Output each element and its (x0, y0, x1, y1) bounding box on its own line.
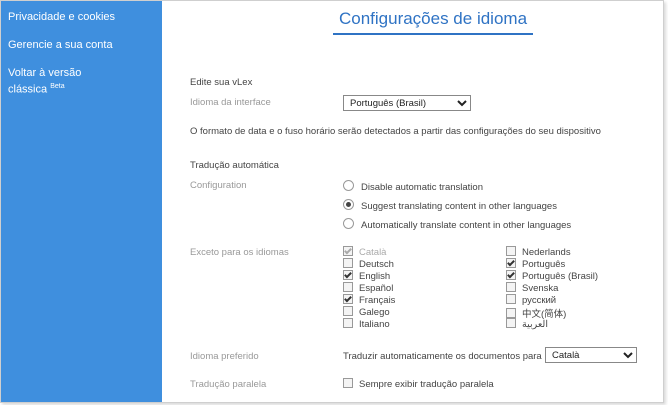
sidebar-item-classic[interactable]: Voltar à versão clássica Beta (8, 66, 81, 97)
language-checkbox[interactable]: Català (343, 246, 386, 258)
parallel-text: Sempre exibir tradução paralela (359, 379, 494, 390)
classic-line2: clássica (8, 83, 48, 96)
language-checkbox[interactable]: Français (343, 294, 395, 306)
checkbox-box (506, 258, 516, 268)
language-label: Svenska (522, 283, 559, 294)
except-label: Exceto para os idiomas (190, 247, 289, 258)
interface-label: Idioma da interface (190, 97, 271, 108)
language-label: Português (Brasil) (522, 271, 599, 282)
checkbox-box (506, 294, 516, 304)
preferred-text: Traduzir automaticamente os documentos p… (343, 351, 542, 362)
beta-badge: Beta (50, 83, 65, 90)
language-label: Deutsch (359, 259, 394, 270)
radio-label: Suggest translating content in other lan… (361, 201, 557, 212)
checkbox-box (343, 306, 353, 316)
language-label: English (359, 271, 391, 282)
language-checkbox[interactable]: العربية (506, 318, 548, 330)
language-checkbox[interactable]: Galego (343, 306, 390, 318)
language-label: Galego (359, 307, 390, 318)
radio-button (343, 218, 354, 229)
radio-option[interactable]: Suggest translating content in other lan… (343, 199, 557, 212)
language-label: Français (359, 295, 396, 306)
language-checkbox[interactable]: Italiano (343, 318, 390, 330)
language-checkbox[interactable]: English (343, 270, 390, 282)
classic-line1: Voltar à versão (8, 67, 82, 79)
checkbox-box (506, 308, 516, 318)
sidebar-item-account[interactable]: Gerencie a sua conta (8, 38, 113, 52)
checkbox-box (343, 270, 353, 280)
language-label: العربية (522, 319, 548, 330)
language-checkbox[interactable]: Deutsch (343, 258, 394, 270)
language-checkbox[interactable]: Español (343, 282, 393, 294)
radio-label: Disable automatic translation (361, 182, 483, 193)
main-content: Configurações de idioma Edite sua vLex I… (163, 1, 663, 402)
language-checkbox[interactable]: Svenska (506, 282, 558, 294)
sidebar: Privacidade e cookies Gerencie a sua con… (1, 1, 162, 402)
language-checkbox[interactable]: Português (Brasil) (506, 270, 598, 282)
radio-button (343, 199, 354, 210)
checkbox-box (506, 246, 516, 256)
language-label: Italiano (359, 319, 390, 330)
language-checkbox[interactable]: русский (506, 294, 556, 306)
language-label: Nederlands (522, 247, 571, 258)
page-title: Configurações de idioma (333, 9, 533, 35)
language-checkbox[interactable]: Português (506, 258, 565, 270)
checkbox-box (343, 318, 353, 328)
radio-option[interactable]: Disable automatic translation (343, 180, 483, 193)
language-label: Português (522, 259, 566, 270)
radio-button (343, 180, 354, 191)
interface-language-select[interactable]: Português (Brasil) (343, 95, 471, 111)
radio-option[interactable]: Automatically translate content in other… (343, 218, 571, 231)
checkbox-box (506, 282, 516, 292)
configuration-label: Configuration (190, 180, 247, 191)
checkbox-box (506, 270, 516, 280)
edit-heading: Edite sua vLex (190, 77, 253, 88)
language-checkbox[interactable]: Nederlands (506, 246, 571, 258)
date-note: O formato de data e o fuso horário serão… (190, 126, 601, 137)
checkbox-box (343, 294, 353, 304)
settings-window: Privacidade e cookies Gerencie a sua con… (0, 0, 664, 403)
parallel-translation-checkbox[interactable]: Sempre exibir tradução paralela (343, 378, 494, 390)
preferred-language-select[interactable]: Català (545, 347, 637, 363)
checkbox-box (506, 318, 516, 328)
language-label: русский (522, 295, 557, 306)
language-label: Català (359, 247, 387, 258)
sidebar-item-privacy[interactable]: Privacidade e cookies (8, 10, 115, 24)
checkbox-box (343, 282, 353, 292)
checkbox-box (343, 246, 353, 256)
checkbox-box (343, 258, 353, 268)
checkbox-box (343, 378, 353, 388)
preferred-label: Idioma preferido (190, 351, 259, 362)
parallel-label: Tradução paralela (190, 379, 267, 390)
radio-label: Automatically translate content in other… (361, 220, 572, 231)
auto-translation-heading: Tradução automática (190, 160, 279, 171)
language-label: Español (359, 283, 394, 294)
